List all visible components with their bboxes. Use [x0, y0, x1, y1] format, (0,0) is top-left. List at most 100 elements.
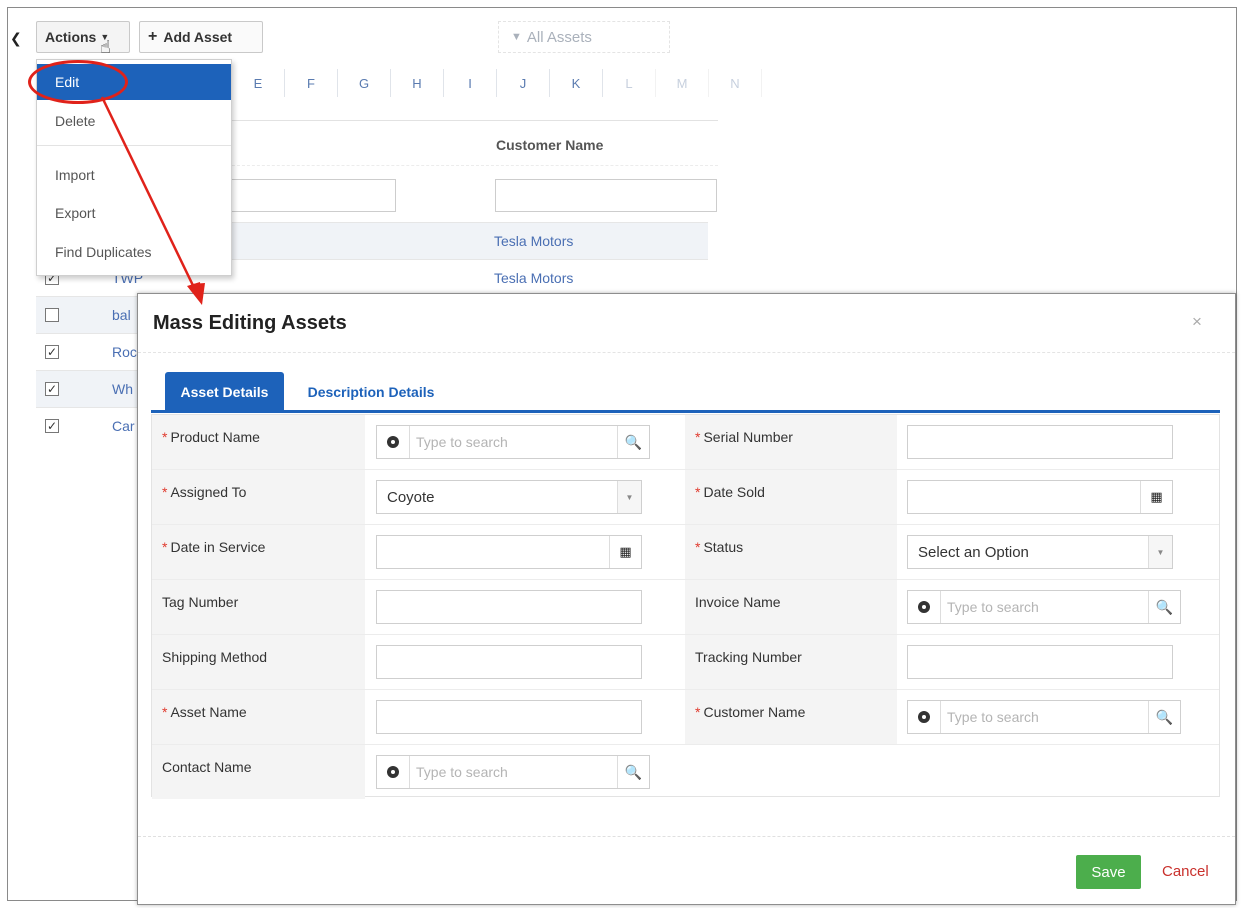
serial-number-label: * Serial Number	[685, 415, 897, 469]
save-button[interactable]: Save	[1076, 855, 1141, 889]
asset-name-link[interactable]: Car	[112, 418, 135, 434]
alpha-letter[interactable]: K	[550, 69, 603, 97]
search-placeholder: Type to search	[947, 709, 1039, 725]
asset-name-link[interactable]: bal	[112, 307, 131, 323]
search-placeholder: Type to search	[416, 764, 508, 780]
search-icon[interactable]: 🔍	[617, 756, 649, 788]
footer-divider	[138, 836, 1235, 837]
search-placeholder: Type to search	[416, 434, 508, 450]
row-checkbox[interactable]: ✓	[45, 382, 59, 396]
alpha-letter[interactable]: J	[497, 69, 550, 97]
list-column-header: Customer Name	[232, 120, 718, 166]
form-row: * Assigned To Coyote ▼ * Date Sold ▦	[152, 470, 1219, 525]
mass-edit-modal: Mass Editing Assets × Asset Details Desc…	[137, 293, 1236, 905]
customer-name-label: * Customer Name	[685, 690, 897, 744]
form-row: Shipping Method Tracking Number	[152, 635, 1219, 690]
calendar-icon[interactable]: ▦	[609, 536, 641, 568]
search-placeholder: Type to search	[947, 599, 1039, 615]
row-checkbox[interactable]: ✓	[45, 419, 59, 433]
contact-name-label: Contact Name	[152, 745, 365, 799]
search-icon[interactable]: 🔍	[617, 426, 649, 458]
row-checkbox[interactable]: ✓	[45, 345, 59, 359]
plus-icon: +	[148, 28, 158, 45]
alpha-letter[interactable]: G	[338, 69, 391, 97]
tracking-number-label: Tracking Number	[685, 635, 897, 689]
product-name-label: * Product Name	[152, 415, 365, 469]
form-row: Contact Name Type to search 🔍	[152, 745, 1219, 800]
assigned-to-select[interactable]: Coyote ▼	[376, 480, 642, 514]
asset-name-input[interactable]	[376, 700, 642, 734]
clear-icon[interactable]	[377, 426, 410, 458]
invoice-name-field[interactable]: Type to search 🔍	[907, 590, 1181, 624]
filter-icon: ▼	[511, 31, 522, 43]
date-in-service-input[interactable]: ▦	[376, 535, 642, 569]
tracking-number-input[interactable]	[907, 645, 1173, 679]
alpha-letter[interactable]: I	[444, 69, 497, 97]
annotation-ellipse	[28, 60, 128, 104]
search-icon[interactable]: 🔍	[1148, 701, 1180, 733]
asset-name-link[interactable]: Wh	[112, 381, 133, 397]
chevron-down-icon: ▼	[617, 481, 641, 513]
filter-label: All Assets	[526, 28, 592, 46]
asset-name-label: * Asset Name	[152, 690, 365, 744]
chevron-down-icon: ▼	[1148, 536, 1172, 568]
row-checkbox[interactable]	[45, 308, 59, 322]
tag-number-input[interactable]	[376, 590, 642, 624]
status-label: * Status	[685, 525, 897, 579]
chevron-left-icon[interactable]: ❮	[10, 30, 26, 46]
alpha-letter[interactable]: M	[656, 69, 709, 97]
alpha-letter[interactable]: E	[232, 69, 285, 97]
invoice-name-label: Invoice Name	[685, 580, 897, 634]
product-name-field[interactable]: Type to search 🔍	[376, 425, 650, 459]
divider	[138, 352, 1235, 353]
date-sold-input[interactable]: ▦	[907, 480, 1173, 514]
close-icon[interactable]: ×	[1192, 312, 1202, 332]
customer-link[interactable]: Tesla Motors	[494, 233, 573, 249]
form-row: Tag Number Invoice Name Type to search 🔍	[152, 580, 1219, 635]
date-in-service-label: * Date in Service	[152, 525, 365, 579]
name-filter-input[interactable]	[230, 179, 396, 212]
form-row: * Product Name Type to search 🔍 * Serial N…	[152, 415, 1219, 470]
clear-icon[interactable]	[908, 701, 941, 733]
contact-name-field[interactable]: Type to search 🔍	[376, 755, 650, 789]
menu-item-delete[interactable]: Delete	[37, 103, 231, 139]
alpha-letter[interactable]: H	[391, 69, 444, 97]
customer-name-field[interactable]: Type to search 🔍	[907, 700, 1181, 734]
menu-item-find-duplicates[interactable]: Find Duplicates	[37, 234, 231, 270]
date-sold-label: * Date Sold	[685, 470, 897, 524]
clear-icon[interactable]	[908, 591, 941, 623]
add-asset-label: Add Asset	[163, 29, 233, 45]
alpha-letter[interactable]: L	[603, 69, 656, 97]
status-value: Select an Option	[918, 543, 1029, 561]
customer-link[interactable]: Tesla Motors	[494, 270, 573, 286]
add-asset-button[interactable]: + Add Asset	[139, 21, 263, 53]
form-row: * Asset Name * Customer Name Type to searc…	[152, 690, 1219, 745]
customer-name-column-title[interactable]: Customer Name	[496, 137, 603, 153]
tag-number-label: Tag Number	[152, 580, 365, 634]
form-row: * Date in Service ▦ * Status Select an Opt…	[152, 525, 1219, 580]
filter-all-assets[interactable]: ▼ All Assets	[498, 21, 670, 53]
tab-description-details[interactable]: Description Details	[298, 372, 444, 412]
tab-asset-details[interactable]: Asset Details	[165, 372, 284, 412]
search-icon[interactable]: 🔍	[1148, 591, 1180, 623]
menu-item-import[interactable]: Import	[37, 157, 231, 193]
shipping-method-label: Shipping Method	[152, 635, 365, 689]
actions-label: Actions	[45, 29, 97, 45]
tab-underline	[151, 410, 1220, 413]
asset-details-form: * Product Name Type to search 🔍 * Serial N…	[151, 414, 1220, 800]
alpha-letter[interactable]: N	[709, 69, 762, 97]
assigned-to-label: * Assigned To	[152, 470, 365, 524]
calendar-icon[interactable]: ▦	[1140, 481, 1172, 513]
menu-item-export[interactable]: Export	[37, 195, 231, 231]
shipping-method-input[interactable]	[376, 645, 642, 679]
clear-icon[interactable]	[377, 756, 410, 788]
actions-button[interactable]: Actions ▼	[36, 21, 130, 53]
alphabet-filter: E F G H I J K L M N	[232, 69, 762, 97]
cancel-button[interactable]: Cancel	[1162, 863, 1209, 880]
alpha-letter[interactable]: F	[285, 69, 338, 97]
status-select[interactable]: Select an Option ▼	[907, 535, 1173, 569]
serial-number-input[interactable]	[907, 425, 1173, 459]
customer-filter-input[interactable]	[495, 179, 717, 212]
menu-divider	[37, 145, 231, 146]
asset-name-link[interactable]: Roc	[112, 344, 137, 360]
